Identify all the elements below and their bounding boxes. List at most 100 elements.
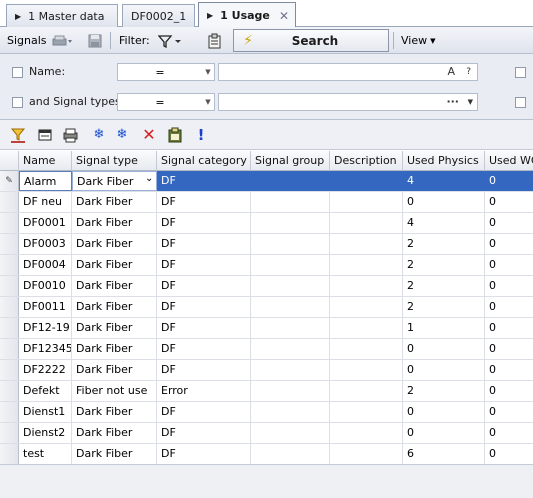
cell-description[interactable]	[330, 381, 403, 401]
cell-name[interactable]: test	[19, 444, 72, 464]
cell-name[interactable]: DF0004	[19, 255, 72, 275]
row-header[interactable]	[0, 255, 19, 275]
cell-physics[interactable]: 2	[403, 255, 485, 275]
tab-df0002[interactable]: DF0002_1	[122, 4, 195, 27]
name-filter-checkbox[interactable]	[12, 67, 23, 78]
cell-category[interactable]: DF	[157, 423, 251, 443]
cell-type[interactable]: Dark Fiber	[72, 360, 157, 380]
cell-category[interactable]: DF	[157, 318, 251, 338]
cell-group[interactable]	[251, 339, 330, 359]
text-format-icon[interactable]: A	[447, 65, 455, 78]
row-header[interactable]	[0, 213, 19, 233]
cell-description[interactable]	[330, 402, 403, 422]
edit-form-button[interactable]	[36, 127, 54, 143]
cell-physics[interactable]: 4	[403, 213, 485, 233]
cell-category[interactable]: DF	[157, 255, 251, 275]
cell-wc[interactable]: 0	[485, 276, 533, 296]
cell-category[interactable]: DF	[157, 213, 251, 233]
cell-type[interactable]: Dark Fiber	[72, 339, 157, 359]
cell-description[interactable]	[330, 444, 403, 464]
cell-group[interactable]	[251, 171, 330, 191]
cell-category[interactable]: DF	[157, 234, 251, 254]
refresh-button[interactable]: ❄	[90, 127, 108, 143]
cell-physics[interactable]: 0	[403, 192, 485, 212]
table-row[interactable]: Dienst1 Dark Fiber DF 0 0	[0, 402, 533, 423]
cell-wc[interactable]: 0	[485, 423, 533, 443]
tab-usage[interactable]: ▶ 1 Usage ✕	[198, 2, 296, 28]
filter-rows-button[interactable]	[9, 127, 27, 143]
row-header[interactable]	[0, 360, 19, 380]
cell-category[interactable]: Error	[157, 381, 251, 401]
filter-dropdown-button[interactable]	[158, 27, 184, 54]
cell-name[interactable]: Dienst2	[19, 423, 72, 443]
column-header-signal-group[interactable]: Signal group	[251, 151, 330, 171]
cell-physics[interactable]: 2	[403, 297, 485, 317]
cell-description[interactable]	[330, 171, 403, 191]
cell-type[interactable]: Dark Fiber	[72, 192, 157, 212]
cell-name[interactable]: DF12345	[19, 339, 72, 359]
refresh-all-button[interactable]: ❄	[113, 127, 131, 143]
column-header-used-wc[interactable]: Used WC	[485, 151, 533, 171]
cell-category[interactable]: DF	[157, 297, 251, 317]
cell-description[interactable]	[330, 297, 403, 317]
cell-wc[interactable]: 0	[485, 339, 533, 359]
cell-category[interactable]: DF	[157, 171, 251, 191]
cell-physics[interactable]: 6	[403, 444, 485, 464]
cell-category[interactable]: DF	[157, 444, 251, 464]
cell-wc[interactable]: 0	[485, 381, 533, 401]
cell-description[interactable]	[330, 360, 403, 380]
cell-name[interactable]: DF0003	[19, 234, 72, 254]
chevron-down-icon[interactable]: ▼	[468, 98, 473, 106]
delete-button[interactable]: ✕	[140, 127, 158, 143]
table-row[interactable]: test Dark Fiber DF 6 0	[0, 444, 533, 465]
chevron-down-icon[interactable]: ⌄	[145, 173, 153, 184]
cell-group[interactable]	[251, 276, 330, 296]
table-row[interactable]: DF0011 Dark Fiber DF 2 0	[0, 297, 533, 318]
column-header-used-physics[interactable]: Used Physics	[403, 151, 485, 171]
table-row[interactable]: DF12345 Dark Fiber DF 0 0	[0, 339, 533, 360]
cell-type[interactable]: Fiber not use	[72, 381, 157, 401]
cell-group[interactable]	[251, 360, 330, 380]
cell-description[interactable]	[330, 339, 403, 359]
cell-description[interactable]	[330, 276, 403, 296]
cell-name[interactable]: DF12-19	[19, 318, 72, 338]
cell-physics[interactable]: 0	[403, 402, 485, 422]
cell-physics[interactable]: 2	[403, 234, 485, 254]
cell-name[interactable]: Defekt	[19, 381, 72, 401]
tab-master-data[interactable]: ▶ 1 Master data	[6, 4, 118, 27]
table-row[interactable]: Dienst2 Dark Fiber DF 0 0	[0, 423, 533, 444]
table-row[interactable]: DF0004 Dark Fiber DF 2 0	[0, 255, 533, 276]
row-header[interactable]	[0, 318, 19, 338]
cell-wc[interactable]: 0	[485, 192, 533, 212]
print-dropdown-button[interactable]	[51, 27, 73, 54]
cell-description[interactable]	[330, 423, 403, 443]
column-header-description[interactable]: Description	[330, 151, 403, 171]
table-row[interactable]: DF2222 Dark Fiber DF 0 0	[0, 360, 533, 381]
ellipsis-icon[interactable]: ···	[446, 95, 459, 108]
cell-wc[interactable]: 0	[485, 402, 533, 422]
cell-physics[interactable]: 0	[403, 423, 485, 443]
cell-description[interactable]	[330, 255, 403, 275]
cell-physics[interactable]: 0	[403, 339, 485, 359]
row-header[interactable]	[0, 339, 19, 359]
cell-description[interactable]	[330, 192, 403, 212]
cell-name[interactable]: Alarm	[19, 171, 72, 191]
view-menu[interactable]: View ▼	[401, 27, 436, 54]
signal-types-filter-checkbox[interactable]	[12, 97, 23, 108]
cell-group[interactable]	[251, 381, 330, 401]
cell-category[interactable]: DF	[157, 276, 251, 296]
table-row[interactable]: ✎ Alarm Dark Fiber ⌄ DF 4 0	[0, 171, 533, 192]
row-header[interactable]	[0, 381, 19, 401]
help-icon[interactable]: ?	[466, 67, 471, 77]
cell-type[interactable]: Dark Fiber	[72, 234, 157, 254]
cell-group[interactable]	[251, 318, 330, 338]
cell-wc[interactable]: 0	[485, 297, 533, 317]
close-tab-icon[interactable]: ✕	[279, 9, 289, 23]
cell-group[interactable]	[251, 234, 330, 254]
cell-group[interactable]	[251, 402, 330, 422]
signal-types-extra-checkbox[interactable]	[515, 97, 526, 108]
column-header-signal-category[interactable]: Signal category	[157, 151, 251, 171]
cell-description[interactable]	[330, 213, 403, 233]
table-row[interactable]: Defekt Fiber not use Error 2 0	[0, 381, 533, 402]
cell-physics[interactable]: 4	[403, 171, 485, 191]
